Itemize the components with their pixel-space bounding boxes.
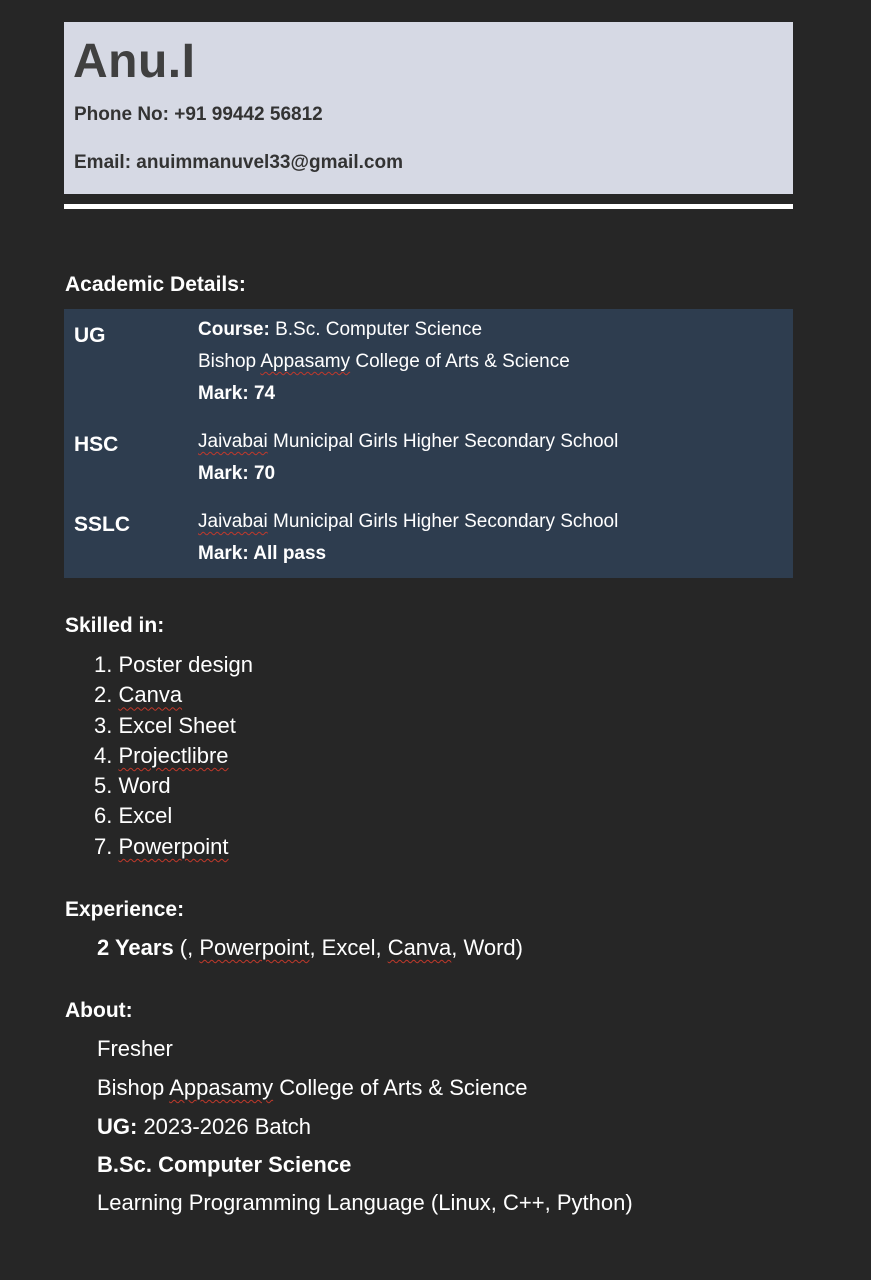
skill-text: Word bbox=[118, 773, 171, 799]
ug-course: Course: B.Sc. Computer Science bbox=[198, 318, 482, 342]
skill-number: 2. bbox=[94, 682, 119, 708]
header-card: Anu.I Phone No: +91 99442 56812 Email: a… bbox=[64, 22, 793, 194]
list-item: 3. Excel Sheet bbox=[94, 711, 253, 741]
experience-item-canva: Canva bbox=[387, 935, 452, 960]
about-degree: B.Sc. Computer Science bbox=[97, 1152, 352, 1177]
ug-mark: Mark: 74 bbox=[198, 383, 276, 404]
skill-number: 7. bbox=[94, 833, 119, 859]
list-item: 2. Canva bbox=[94, 680, 253, 710]
sslc-institution: Jaivabai Municipal Girls Higher Secondar… bbox=[198, 510, 618, 534]
skill-number: 3. bbox=[94, 712, 119, 738]
email-address: Email: anuimmanuvel33@gmail.com bbox=[74, 152, 403, 173]
phone-number: Phone No: +91 99442 56812 bbox=[74, 104, 323, 125]
about-fresher: Fresher bbox=[97, 1036, 173, 1061]
ug-institution-flagged: Appasamy bbox=[260, 351, 351, 372]
ug-institution-post: College of Arts & Science bbox=[350, 351, 570, 372]
ug-course-value: B.Sc. Computer Science bbox=[269, 319, 483, 340]
about-college-flagged: Appasamy bbox=[169, 1075, 274, 1100]
about-batch-value: 2023-2026 Batch bbox=[137, 1114, 312, 1139]
skill-text: Excel Sheet bbox=[118, 712, 236, 738]
skill-number: 6. bbox=[94, 803, 119, 829]
sslc-mark: Mark: All pass bbox=[198, 543, 327, 564]
hsc-institution-flagged: Jaivabai bbox=[198, 431, 268, 452]
about-college-post: College of Arts & Science bbox=[273, 1075, 528, 1100]
about-learning: Learning Programming Language (Linux, C+… bbox=[97, 1190, 633, 1215]
experience-item-powerpoint: Powerpoint bbox=[199, 935, 310, 960]
skill-text: Projectlibre bbox=[118, 742, 229, 768]
list-item: 1. Poster design bbox=[94, 650, 253, 680]
experience-open: (, bbox=[173, 935, 200, 960]
academic-table: UG Course: B.Sc. Computer Science Bishop… bbox=[64, 309, 793, 578]
skill-number: 1. bbox=[94, 652, 119, 677]
academic-level-ug: UG bbox=[74, 324, 106, 347]
skill-text: Canva bbox=[118, 682, 183, 708]
academic-level-sslc: SSLC bbox=[74, 513, 131, 536]
hsc-institution-post: Municipal Girls Higher Secondary School bbox=[267, 431, 619, 452]
about-section-title: About: bbox=[65, 999, 133, 1022]
skills-list: 1. Poster design 2. Canva 3. Excel Sheet… bbox=[94, 650, 253, 862]
sslc-institution-flagged: Jaivabai bbox=[198, 511, 268, 532]
experience-close: , Word) bbox=[451, 935, 523, 960]
experience-sep: , Excel, bbox=[309, 935, 388, 960]
about-college: Bishop Appasamy College of Arts & Scienc… bbox=[97, 1074, 527, 1102]
sslc-institution-post: Municipal Girls Higher Secondary School bbox=[267, 511, 619, 532]
ug-institution: Bishop Appasamy College of Arts & Scienc… bbox=[198, 350, 570, 374]
skill-text: Excel bbox=[118, 803, 173, 829]
hsc-mark: Mark: 70 bbox=[198, 463, 276, 484]
list-item: 6. Excel bbox=[94, 801, 253, 831]
skill-number: 4. bbox=[94, 742, 119, 768]
experience-years: 2 Years bbox=[97, 935, 174, 960]
skill-text: Powerpoint bbox=[118, 833, 229, 859]
hsc-institution: Jaivabai Municipal Girls Higher Secondar… bbox=[198, 430, 618, 454]
list-item: 7. Powerpoint bbox=[94, 832, 253, 862]
skill-text: Poster design bbox=[118, 652, 253, 677]
about-batch: UG: 2023-2026 Batch bbox=[97, 1113, 311, 1141]
skill-number: 5. bbox=[94, 773, 119, 799]
academic-section-title: Academic Details: bbox=[65, 273, 246, 296]
about-college-pre: Bishop bbox=[97, 1075, 170, 1100]
about-batch-label: UG: bbox=[97, 1114, 138, 1139]
experience-line: 2 Years (, Powerpoint, Excel, Canva, Wor… bbox=[97, 934, 523, 962]
resume-name: Anu.I bbox=[73, 35, 196, 88]
ug-course-label: Course: bbox=[198, 319, 270, 340]
ug-institution-pre: Bishop bbox=[198, 351, 261, 372]
academic-level-hsc: HSC bbox=[74, 433, 119, 456]
list-item: 5. Word bbox=[94, 771, 253, 801]
header-divider bbox=[64, 204, 793, 209]
list-item: 4. Projectlibre bbox=[94, 741, 253, 771]
experience-section-title: Experience: bbox=[65, 898, 185, 921]
skills-section-title: Skilled in: bbox=[65, 614, 165, 637]
